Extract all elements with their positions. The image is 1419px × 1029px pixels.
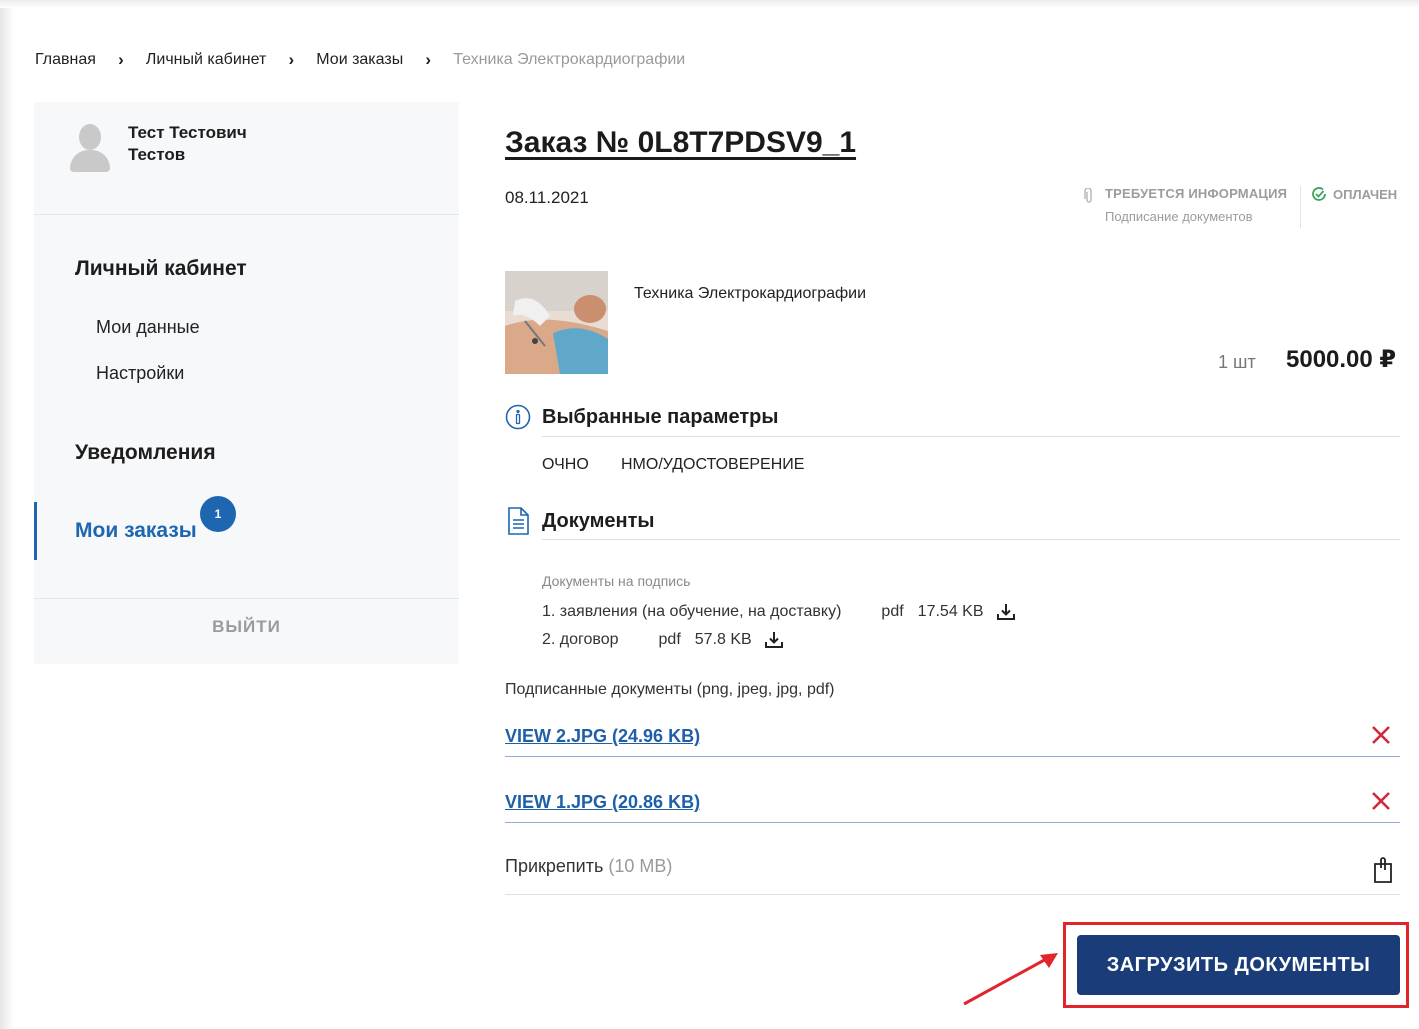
document-name: 2. договор bbox=[542, 631, 619, 648]
info-icon bbox=[505, 404, 531, 430]
product-quantity: 1 шт bbox=[1218, 352, 1256, 372]
document-size: 17.54 KB bbox=[917, 603, 984, 620]
chevron-right-icon: › bbox=[425, 50, 432, 69]
user-name: Тест Тестович Тестов bbox=[128, 123, 247, 164]
frame-shadow-top bbox=[0, 0, 1419, 8]
breadcrumb-current: Техника Электрокардиографии bbox=[453, 51, 686, 68]
document-icon bbox=[508, 507, 529, 535]
download-icon[interactable] bbox=[764, 631, 784, 649]
order-title: Заказ № 0L8T7PDSV9_1 bbox=[505, 126, 857, 159]
signed-file-link[interactable]: VIEW 2.JPG (24.96 KB) bbox=[505, 726, 700, 747]
param-value: НМО/УДОСТОВЕРЕНИЕ bbox=[621, 456, 805, 473]
user-profile: Тест Тестович Тестов bbox=[34, 102, 459, 215]
attach-label-text: Прикрепить bbox=[505, 856, 604, 876]
sidebar-section-notifications[interactable]: Уведомления bbox=[75, 441, 216, 465]
product-name[interactable]: Техника Электрокардиографии bbox=[634, 285, 866, 303]
close-icon[interactable] bbox=[1370, 724, 1392, 746]
document-name: 1. заявления (на обучение, на доставку) bbox=[542, 603, 842, 620]
divider bbox=[542, 436, 1400, 437]
product-price: 5000.00 ₽ bbox=[1286, 346, 1397, 373]
document-row: 2. договор pdf 57.8 KB bbox=[542, 631, 784, 649]
frame-shadow bbox=[0, 0, 14, 1029]
document-size: 57.8 KB bbox=[694, 631, 752, 648]
divider bbox=[542, 539, 1400, 540]
document-row: 1. заявления (на обучение, на доставку) … bbox=[542, 603, 1016, 621]
documents-section-title: Документы bbox=[542, 509, 655, 532]
avatar-icon bbox=[68, 124, 112, 172]
breadcrumb: Главная › Личный кабинет › Мои заказы › … bbox=[35, 50, 685, 70]
sidebar: Тест Тестович Тестов Личный кабинет Мои … bbox=[34, 102, 459, 664]
check-circle-icon bbox=[1312, 187, 1326, 201]
download-icon[interactable] bbox=[996, 603, 1016, 621]
sidebar-section-cabinet[interactable]: Личный кабинет bbox=[75, 257, 247, 281]
close-icon[interactable] bbox=[1370, 790, 1392, 812]
signed-file-row: VIEW 1.JPG (20.86 KB) bbox=[505, 782, 1400, 823]
breadcrumb-orders[interactable]: Мои заказы bbox=[316, 51, 403, 69]
sidebar-item-orders[interactable]: Мои заказы bbox=[75, 519, 197, 543]
attach-file-icon[interactable] bbox=[1370, 856, 1396, 884]
status-info-required: ТРЕБУЕТСЯ ИНФОРМАЦИЯ Подписание документ… bbox=[1083, 186, 1301, 228]
status-info-label: ТРЕБУЕТСЯ ИНФОРМАЦИЯ bbox=[1105, 186, 1288, 201]
signed-documents-caption: Подписанные документы (png, jpeg, jpg, p… bbox=[505, 681, 835, 698]
attach-file-field[interactable]: Прикрепить (10 MB) bbox=[505, 842, 1400, 895]
signed-file-link[interactable]: VIEW 1.JPG (20.86 KB) bbox=[505, 792, 700, 813]
status-info-sub: Подписание документов bbox=[1105, 209, 1253, 224]
documents-to-sign-caption: Документы на подпись bbox=[542, 573, 691, 589]
attach-label: Прикрепить (10 MB) bbox=[505, 856, 672, 877]
param-value: ОЧНО bbox=[542, 456, 589, 473]
breadcrumb-home[interactable]: Главная bbox=[35, 51, 96, 69]
logout-button[interactable]: ВЫЙТИ bbox=[34, 617, 459, 637]
status-paid-label: ОПЛАЧЕН bbox=[1333, 186, 1398, 202]
document-format: pdf bbox=[881, 603, 904, 620]
params-section-title: Выбранные параметры bbox=[542, 405, 779, 428]
status-paid: ОПЛАЧЕН bbox=[1311, 186, 1397, 202]
annotation-arrow bbox=[963, 953, 1058, 1006]
logout-row: ВЫЙТИ bbox=[34, 598, 459, 665]
order-date: 08.11.2021 bbox=[505, 188, 589, 207]
attach-size-limit: (10 MB) bbox=[608, 856, 673, 876]
sidebar-item-settings[interactable]: Настройки bbox=[96, 363, 184, 384]
chevron-right-icon: › bbox=[118, 50, 124, 69]
chevron-right-icon: › bbox=[288, 50, 295, 69]
upload-documents-button[interactable]: ЗАГРУЗИТЬ ДОКУМЕНТЫ bbox=[1077, 935, 1400, 995]
sidebar-item-my-data[interactable]: Мои данные bbox=[96, 317, 200, 338]
paperclip-icon bbox=[1084, 188, 1092, 203]
signed-file-row: VIEW 2.JPG (24.96 KB) bbox=[505, 716, 1400, 757]
document-format: pdf bbox=[658, 631, 681, 648]
active-indicator bbox=[34, 502, 37, 560]
orders-count-badge: 1 bbox=[200, 496, 236, 532]
product-image bbox=[505, 271, 608, 374]
documents-section-header: Документы bbox=[505, 506, 654, 536]
breadcrumb-cabinet[interactable]: Личный кабинет bbox=[146, 51, 266, 69]
params-section-header: Выбранные параметры bbox=[505, 404, 778, 430]
